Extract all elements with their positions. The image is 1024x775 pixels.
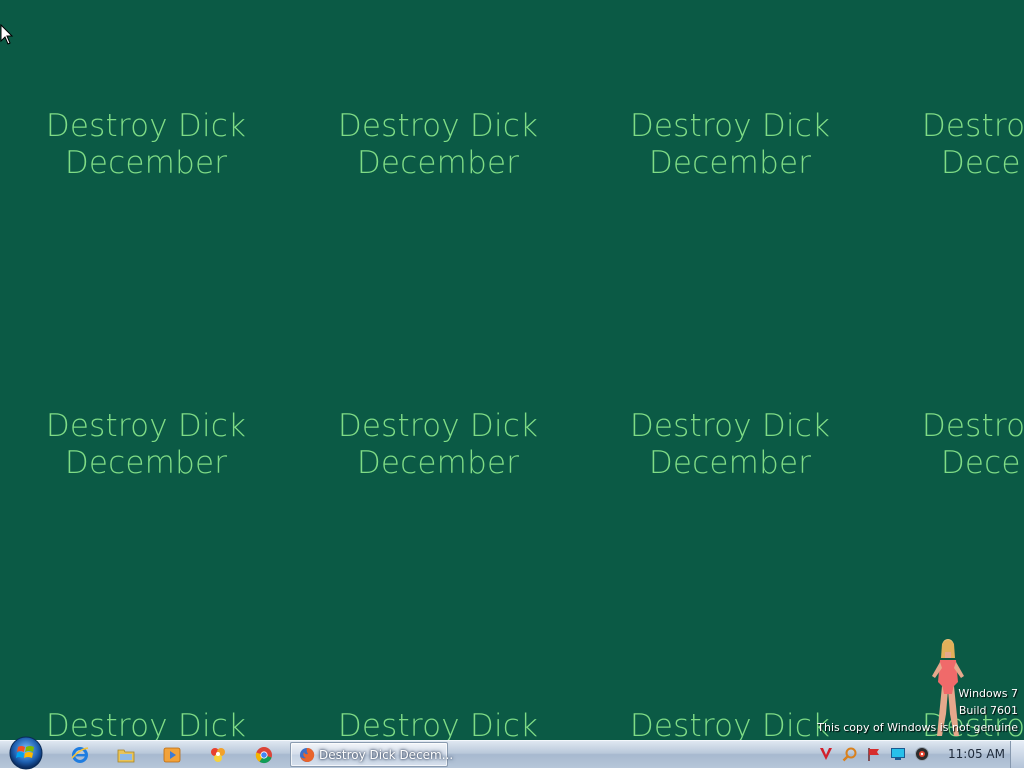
taskbar-pin-windows-explorer[interactable] xyxy=(108,743,144,767)
watermark-os: Windows 7 xyxy=(958,687,1018,700)
colorful-app-icon xyxy=(211,748,225,762)
active-window-title: Destroy Dick Decem... xyxy=(319,748,454,762)
wallpaper-text: Destroy Dick December xyxy=(292,108,584,182)
taskbar-pin-media-player[interactable] xyxy=(154,743,190,767)
media-player-icon xyxy=(163,747,181,763)
windows-watermark: Windows 7 Build 7601 This copy of Window… xyxy=(817,685,1018,736)
taskbar-pin-colorful-app[interactable] xyxy=(200,743,236,767)
wallpaper-line2: December xyxy=(940,145,1024,181)
wallpaper-line1: Destroy Dick xyxy=(629,408,831,444)
wallpaper-line1: Destroy Dick xyxy=(921,408,1024,444)
chrome-icon xyxy=(255,747,272,764)
internet-explorer-icon xyxy=(71,747,89,763)
start-button[interactable] xyxy=(8,735,44,771)
search-tray-icon[interactable] xyxy=(842,746,858,762)
wallpaper-line2: December xyxy=(648,445,812,481)
wallpaper-line1: Destroy Dick xyxy=(337,708,539,740)
wallpaper-line2: December xyxy=(356,145,520,181)
wallpaper-line2: December xyxy=(648,145,812,181)
desktop[interactable]: Destroy Dick December Destroy Dick Decem… xyxy=(0,0,1024,740)
wallpaper-line2: December xyxy=(64,445,228,481)
wallpaper-text: Destroy Dick December xyxy=(876,108,1024,182)
flag-icon[interactable] xyxy=(866,746,882,762)
wallpaper-line2: December xyxy=(356,445,520,481)
watermark-genuine-notice: This copy of Windows is not genuine xyxy=(817,721,1018,734)
wallpaper-line2: December xyxy=(64,145,228,181)
wallpaper-line1: Destroy Dick xyxy=(45,408,247,444)
firefox-icon xyxy=(300,747,315,762)
wallpaper-line1: Destroy Dick xyxy=(629,108,831,144)
wallpaper-text: Destroy Dick December xyxy=(0,408,292,482)
wallpaper-line1: Destroy Dick xyxy=(337,408,539,444)
clock[interactable]: 11:05 AM xyxy=(948,747,1005,761)
watermark-build: Build 7601 xyxy=(958,704,1018,717)
wallpaper-text: Destroy Dick December xyxy=(584,108,876,182)
wallpaper-line2: December xyxy=(940,445,1024,481)
taskbar-active-window-button[interactable]: Destroy Dick Decem... xyxy=(290,742,453,767)
taskbar-pin-chrome[interactable] xyxy=(246,743,282,767)
wallpaper-line1: Destroy Dick xyxy=(921,108,1024,144)
wallpaper-text: Destroy Dick xyxy=(292,708,584,740)
windows-explorer-icon xyxy=(117,749,135,763)
wallpaper-line1: Destroy Dick xyxy=(45,108,247,144)
taskbar-pin-internet-explorer[interactable] xyxy=(62,743,98,767)
taskbar: Destroy Dick Decem... 11:05 AM xyxy=(0,736,1024,770)
windows-orb-icon xyxy=(9,736,43,770)
wallpaper-line1: Destroy Dick xyxy=(337,108,539,144)
network-icon[interactable] xyxy=(890,746,906,762)
wallpaper-text: Destroy Dick December xyxy=(876,408,1024,482)
wallpaper-text: Destroy Dick December xyxy=(292,408,584,482)
show-desktop-button[interactable] xyxy=(1010,741,1024,768)
volume-icon[interactable] xyxy=(914,746,930,762)
vivaldi-icon[interactable] xyxy=(818,746,834,762)
wallpaper-text: Destroy Dick December xyxy=(584,408,876,482)
wallpaper-text: Destroy Dick December xyxy=(0,108,292,182)
mouse-cursor-icon xyxy=(0,24,14,45)
